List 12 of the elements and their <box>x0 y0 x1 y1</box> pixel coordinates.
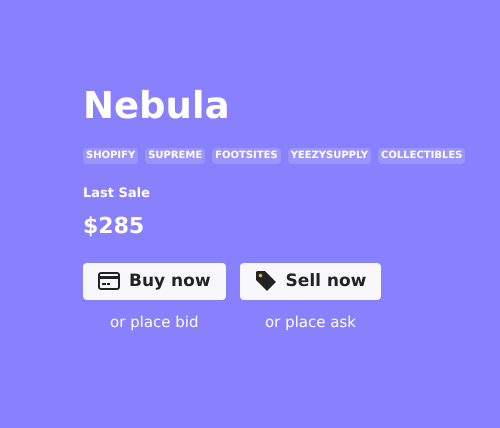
category-tag: SUPREME <box>145 148 206 164</box>
sell-button[interactable]: Sell now <box>240 262 382 300</box>
category-tag: SHOPIFY <box>83 148 138 164</box>
last-sale-price: $285 <box>83 212 146 241</box>
last-sale-label: Last Sale <box>83 185 151 204</box>
buy-button[interactable]: Buy now <box>83 262 226 300</box>
category-tag: COLLECTIBLES <box>378 148 466 164</box>
category-tag: FOOTSITES <box>212 148 281 164</box>
product-title: Nebula <box>83 83 231 129</box>
credit-card-icon <box>98 272 120 290</box>
category-tag: YEEZYSUPPLY <box>288 148 372 164</box>
tag-icon <box>254 270 277 292</box>
